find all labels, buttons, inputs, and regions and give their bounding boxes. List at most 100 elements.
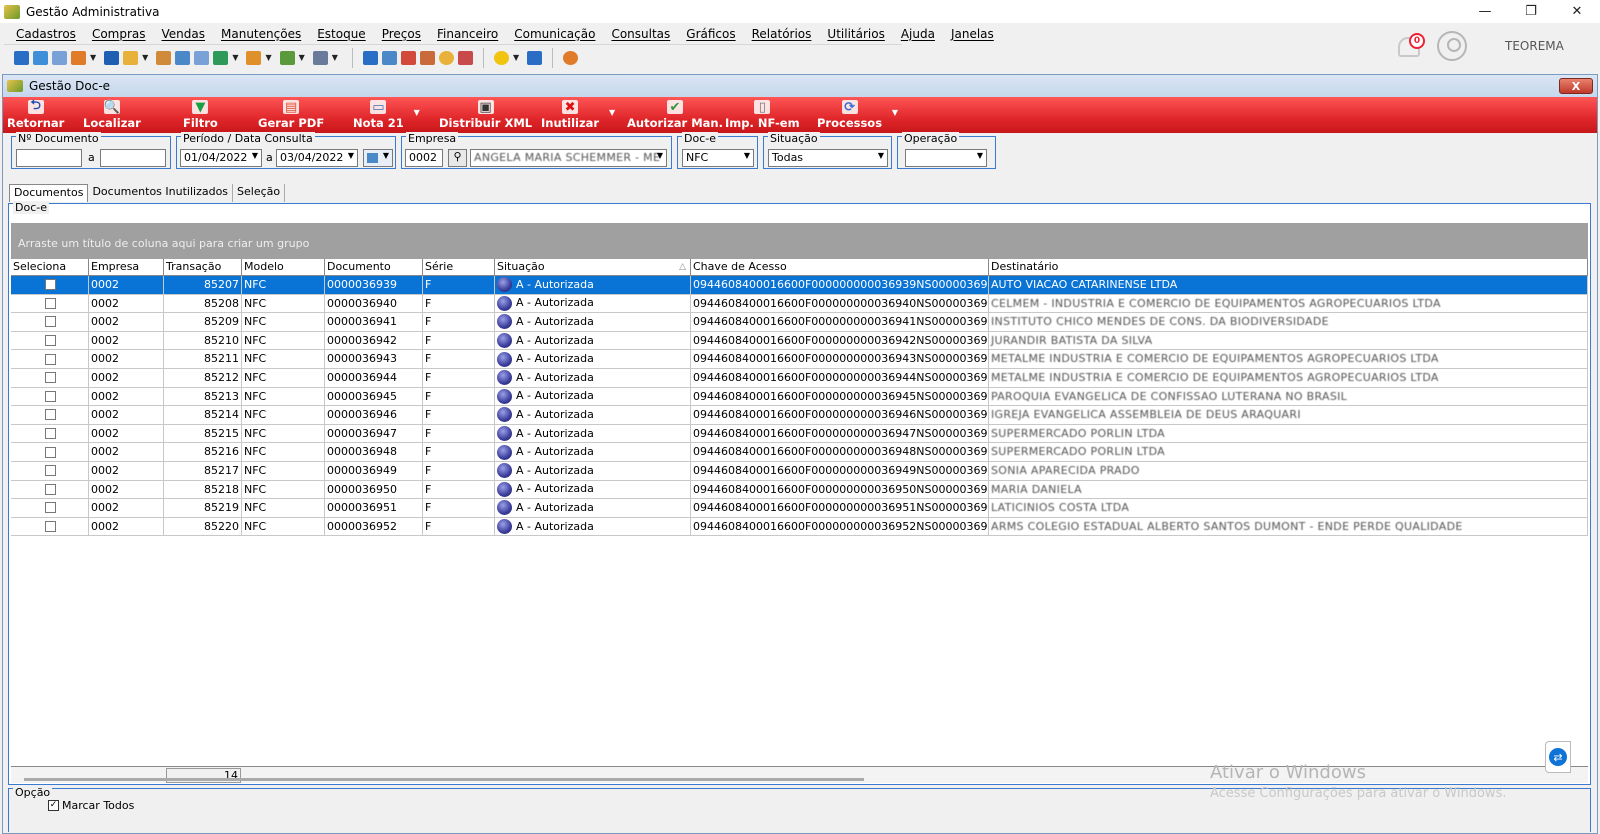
horizontal-scrollbar[interactable] xyxy=(24,778,864,781)
bell-icon[interactable]: 0 xyxy=(1395,31,1425,61)
processos-button[interactable]: ⟳ Processos ▼ xyxy=(817,100,898,132)
period-from-input[interactable]: 01/04/2022 ▼ xyxy=(180,149,262,167)
select-cell[interactable] xyxy=(11,480,89,499)
menu-relatorios[interactable]: Relatórios xyxy=(752,27,812,41)
menu-precos[interactable]: Preços xyxy=(382,27,421,41)
checkbox-icon[interactable] xyxy=(45,316,56,328)
select-cell[interactable] xyxy=(11,499,89,517)
filtro-button[interactable]: ▼ Filtro xyxy=(183,100,218,132)
chart-icon[interactable] xyxy=(457,50,473,65)
exit-icon[interactable] xyxy=(527,50,543,65)
menu-utilitarios[interactable]: Utilitários xyxy=(827,27,884,41)
column-header-destinatario[interactable]: Destinatário xyxy=(989,259,1588,275)
checkbox-icon[interactable] xyxy=(45,502,56,514)
gerar-pdf-button[interactable]: ▤ Gerar PDF xyxy=(258,100,324,132)
table-row[interactable]: 0002 85213 NFC 0000036945 F A - Autorizada 094… xyxy=(11,387,1588,407)
checkbox-icon[interactable] xyxy=(45,335,56,347)
money-icon[interactable] xyxy=(279,50,295,65)
menu-comunicacao[interactable]: Comunicação xyxy=(514,27,595,41)
table-row[interactable]: 0002 85214 NFC 0000036946 F A - Autorizada 094… xyxy=(11,406,1588,425)
select-cell[interactable] xyxy=(11,517,89,536)
column-header-chave-de-acesso[interactable]: Chave de Acesso xyxy=(691,259,989,275)
id-card-icon[interactable] xyxy=(194,50,210,65)
mark-all-checkbox[interactable]: ✓ Marcar Todos xyxy=(48,799,134,812)
checkbox-icon[interactable] xyxy=(45,297,56,309)
nota-21-button[interactable]: ▭ Nota 21 ▼ xyxy=(353,100,420,132)
checkbox-icon[interactable]: ✓ xyxy=(48,800,59,811)
dropdown-arrow-icon[interactable]: ▼ xyxy=(332,53,338,62)
company-code-input[interactable]: 0002 xyxy=(405,149,443,167)
checkbox-icon[interactable] xyxy=(45,372,56,384)
select-cell[interactable] xyxy=(11,350,89,368)
cart-icon[interactable] xyxy=(213,50,229,65)
checkbox-icon[interactable] xyxy=(45,428,56,440)
tab-documentos-inutilizados[interactable]: Documentos Inutilizados xyxy=(88,184,234,202)
dropdown-arrow-icon[interactable]: ▼ xyxy=(265,53,271,62)
menu-cadastros[interactable]: Cadastros xyxy=(16,27,76,41)
retornar-button[interactable]: ⮌ Retornar xyxy=(7,98,64,132)
checkbox-icon[interactable] xyxy=(45,483,56,495)
doc-type-select[interactable]: NFC ▼ xyxy=(682,149,754,167)
column-header-documento[interactable]: Documento xyxy=(325,259,423,275)
select-cell[interactable] xyxy=(11,313,89,331)
chevron-down-icon[interactable]: ▼ xyxy=(977,151,983,160)
doc-number-from-input[interactable] xyxy=(16,149,82,167)
chevron-down-icon[interactable]: ▼ xyxy=(414,108,420,117)
select-cell[interactable] xyxy=(11,387,89,406)
select-cell[interactable] xyxy=(11,424,89,443)
table-row[interactable]: 0002 85218 NFC 0000036950 F A - Autorizada 094… xyxy=(11,480,1588,500)
select-cell[interactable] xyxy=(11,294,89,313)
checkbox-icon[interactable] xyxy=(45,279,56,291)
dropdown-arrow-icon[interactable]: ▼ xyxy=(232,53,238,62)
menu-graficos[interactable]: Gráficos xyxy=(686,27,735,41)
restore-button[interactable]: ❐ xyxy=(1508,0,1554,23)
star-icon[interactable] xyxy=(493,50,509,65)
dropdown-arrow-icon[interactable]: ▼ xyxy=(299,53,305,62)
table-row[interactable]: 0002 85209 NFC 0000036941 F A - Autorizada 094… xyxy=(11,313,1588,332)
chevron-down-icon[interactable]: ▼ xyxy=(609,108,615,117)
checkbox-icon[interactable] xyxy=(45,390,56,402)
close-button[interactable]: ✕ xyxy=(1554,0,1600,23)
dropdown-arrow-icon[interactable]: ▼ xyxy=(90,53,96,62)
chevron-down-icon[interactable]: ▼ xyxy=(892,108,898,117)
table-row[interactable]: 0002 85207 NFC 0000036939 F A - Autorizada 094… xyxy=(11,276,1588,295)
avatar[interactable] xyxy=(1437,31,1467,61)
dropdown-arrow-icon[interactable]: ▼ xyxy=(513,53,519,62)
select-cell[interactable] xyxy=(11,331,89,350)
tab-documentos[interactable]: Documentos xyxy=(9,184,89,202)
column-header-transacao[interactable]: Transação xyxy=(164,259,242,275)
column-header-modelo[interactable]: Modelo xyxy=(242,259,325,275)
table-row[interactable]: 0002 85217 NFC 0000036949 F A - Autorizada 094… xyxy=(11,461,1588,481)
list-icon[interactable] xyxy=(71,50,86,65)
search-icon[interactable]: ⚲ xyxy=(448,149,467,167)
menu-estoque[interactable]: Estoque xyxy=(317,27,366,41)
localizar-button[interactable]: 🔍 Localizar xyxy=(83,100,141,132)
chevron-down-icon[interactable]: ▼ xyxy=(252,151,258,160)
box-icon[interactable] xyxy=(246,50,262,65)
clock-icon[interactable] xyxy=(438,50,454,65)
agenda-icon[interactable] xyxy=(419,50,435,65)
teamviewer-tab[interactable]: ⇄ xyxy=(1545,741,1571,773)
table-row[interactable]: 0002 85220 NFC 0000036952 F A - Autorizada 094… xyxy=(11,517,1588,537)
checkbox-icon[interactable] xyxy=(45,353,56,365)
user-icon[interactable] xyxy=(156,50,172,65)
power-icon[interactable] xyxy=(563,50,579,65)
menu-janelas[interactable]: Janelas xyxy=(951,27,994,41)
tab-selecao[interactable]: Seleção xyxy=(233,184,286,202)
chevron-down-icon[interactable]: ▼ xyxy=(878,151,884,160)
chevron-down-icon[interactable]: ▼ xyxy=(657,151,663,160)
checkbox-icon[interactable] xyxy=(45,465,56,477)
autorizar-man-button[interactable]: ✔ Autorizar Man. xyxy=(627,100,723,132)
table-row[interactable]: 0002 85208 NFC 0000036940 F A - Autorizada 094… xyxy=(11,294,1588,314)
phone-icon[interactable] xyxy=(104,50,120,65)
table-row[interactable]: 0002 85216 NFC 0000036948 F A - Autorizada 094… xyxy=(11,443,1588,462)
table-row[interactable]: 0002 85215 NFC 0000036947 F A - Autorizada 094… xyxy=(11,424,1588,444)
calendar-icon[interactable] xyxy=(400,50,416,65)
period-to-input[interactable]: 03/04/2022 ▼ xyxy=(276,149,358,167)
form-close-button[interactable]: X xyxy=(1559,78,1593,94)
table-row[interactable]: 0002 85210 NFC 0000036942 F A - Autorizada 094… xyxy=(11,331,1588,351)
select-cell[interactable] xyxy=(11,276,89,294)
table-row[interactable]: 0002 85212 NFC 0000036944 F A - Autorizada 094… xyxy=(11,368,1588,388)
checkbox-icon[interactable] xyxy=(45,521,56,533)
chevron-down-icon[interactable]: ▼ xyxy=(348,151,354,160)
